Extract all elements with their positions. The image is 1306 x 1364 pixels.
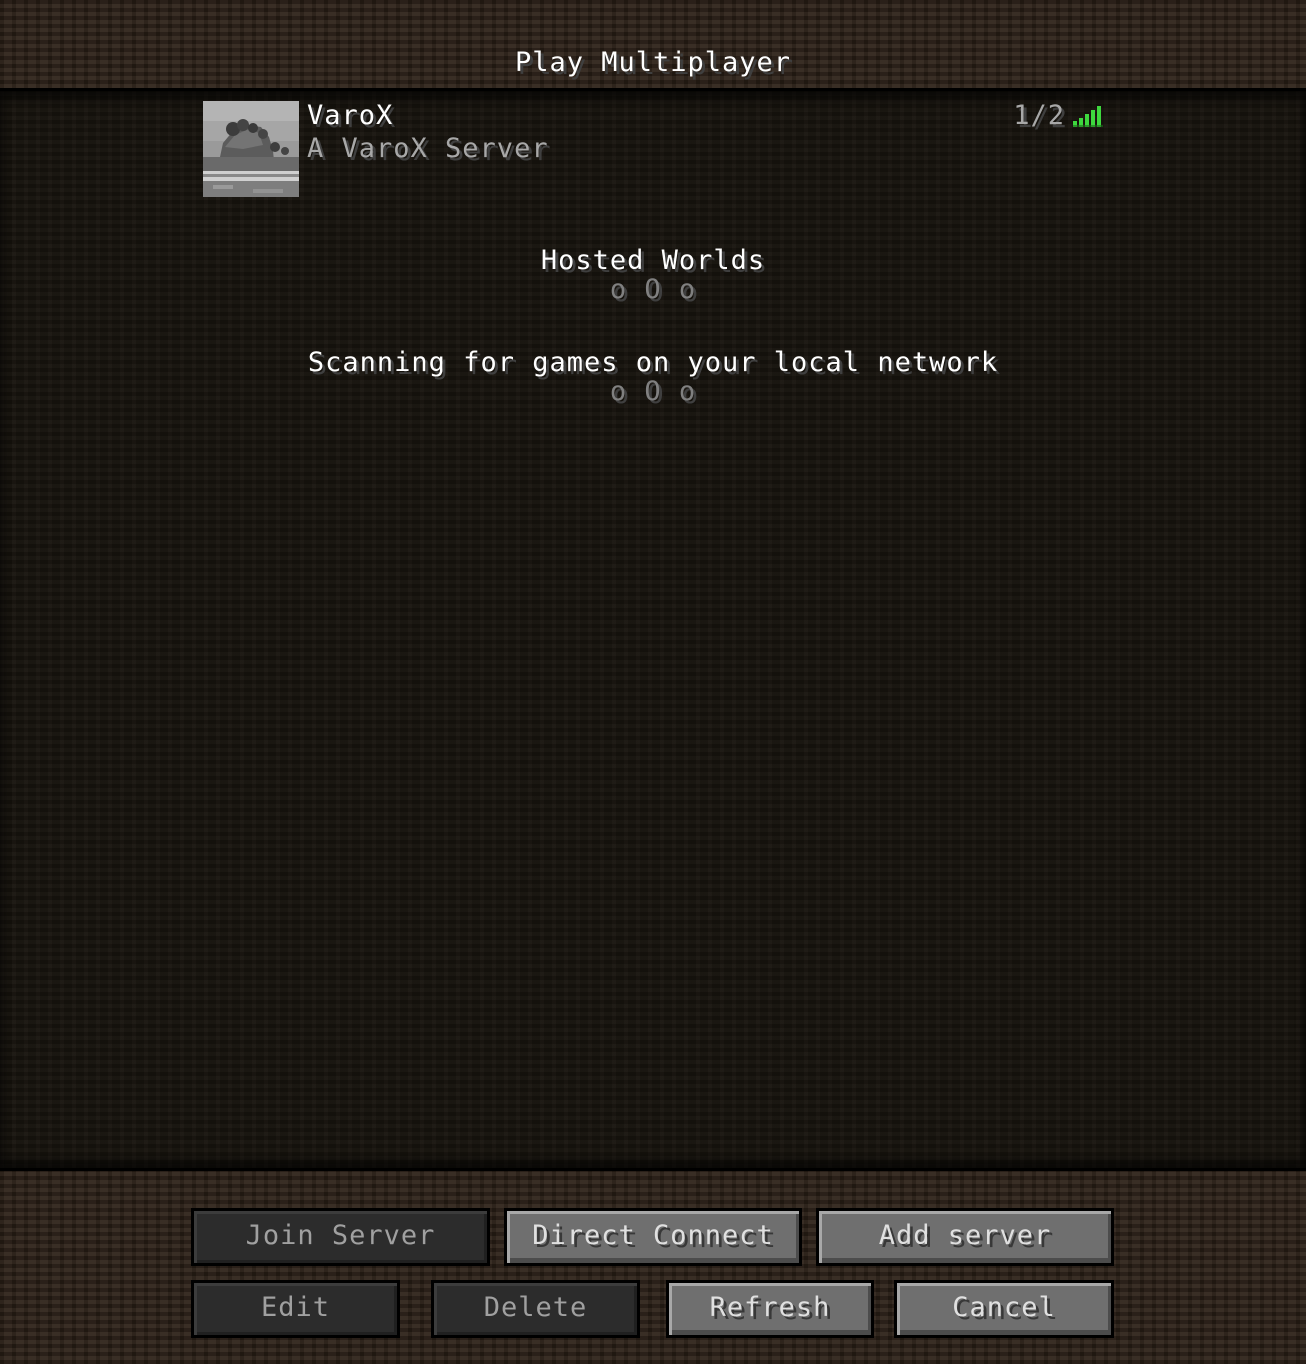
- header-bar: Play Multiplayer: [0, 0, 1306, 88]
- landscape-thumbnail-icon: [203, 101, 299, 197]
- direct-connect-button[interactable]: Direct Connect: [504, 1208, 802, 1266]
- lan-scan-loading-indicator: o O o: [609, 376, 697, 407]
- server-name: VaroX: [307, 100, 394, 131]
- server-list-entry[interactable]: VaroX A VaroX Server 1/2: [203, 101, 1105, 197]
- hosted-worlds-heading: Hosted Worlds: [540, 245, 766, 276]
- add-server-button[interactable]: Add server: [816, 1208, 1114, 1266]
- edit-button[interactable]: Edit: [191, 1280, 400, 1338]
- hosted-worlds-loading-indicator: o O o: [609, 274, 697, 305]
- player-count: 1/2: [1013, 100, 1065, 131]
- screen-title: Play Multiplayer: [514, 47, 792, 78]
- join-server-button[interactable]: Join Server: [191, 1208, 490, 1266]
- cancel-button[interactable]: Cancel: [894, 1280, 1114, 1338]
- lan-scan-heading: Scanning for games on your local network: [307, 347, 999, 378]
- signal-bars-full-icon: [1073, 106, 1103, 127]
- delete-button[interactable]: Delete: [431, 1280, 640, 1338]
- server-motd: A VaroX Server: [307, 133, 549, 164]
- refresh-button[interactable]: Refresh: [666, 1280, 874, 1338]
